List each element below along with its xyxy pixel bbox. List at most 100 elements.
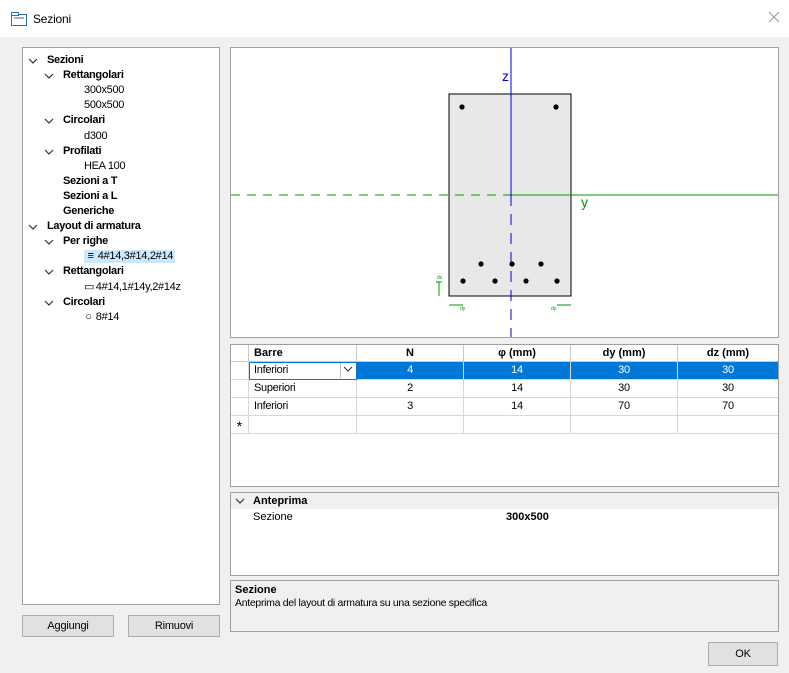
dz-cell[interactable]: 30 xyxy=(678,362,778,380)
bars-grid[interactable]: Barre N φ (mm) dy (mm) dz (mm) Inferiori… xyxy=(230,344,779,487)
n-cell[interactable]: 4 xyxy=(357,362,464,380)
tree-item-text: Profilati xyxy=(63,144,102,157)
chevron-down-icon[interactable] xyxy=(44,267,54,277)
column-header-dy[interactable]: dy (mm) xyxy=(571,345,678,362)
row-header[interactable] xyxy=(231,398,249,416)
tree-item-text: Sezioni a T xyxy=(63,174,118,187)
section-drawing: z y dz dy dy xyxy=(231,48,778,337)
dz-cell[interactable] xyxy=(678,416,778,434)
bar-bottom-4 xyxy=(554,278,560,284)
chevron-down-icon[interactable] xyxy=(44,116,54,126)
table-row[interactable]: Superiori 2 14 30 30 xyxy=(231,380,778,398)
z-axis-label: z xyxy=(502,68,509,84)
tree-item-text: HEA 100 xyxy=(84,159,126,172)
chevron-down-icon[interactable] xyxy=(28,56,38,66)
bar-bottom-2 xyxy=(492,278,498,284)
dy-cell[interactable] xyxy=(571,416,678,434)
column-header-barre[interactable]: Barre xyxy=(249,345,357,362)
new-row[interactable]: * xyxy=(231,416,778,434)
add-button[interactable]: Aggiungi xyxy=(22,615,114,637)
phi-cell[interactable]: 14 xyxy=(464,362,571,380)
barre-cell[interactable] xyxy=(249,416,357,434)
dy-cell[interactable]: 30 xyxy=(571,380,678,398)
phi-cell[interactable]: 14 xyxy=(464,380,571,398)
n-cell[interactable]: 3 xyxy=(357,398,464,416)
tree-item-label: HEA 100 xyxy=(84,159,126,173)
dz-cell[interactable]: 30 xyxy=(678,380,778,398)
bar-bottom-3 xyxy=(523,278,529,284)
chevron-down-icon[interactable] xyxy=(44,237,54,247)
barre-cell[interactable]: Superiori xyxy=(249,380,357,398)
chevron-down-icon[interactable] xyxy=(28,222,38,232)
tree-item-text: 4#14,1#14y,2#14z xyxy=(95,280,181,293)
tree-item-text: Circolari xyxy=(63,114,105,127)
tree-item-label: Rettangolari xyxy=(63,69,124,82)
barre-cell[interactable]: Inferiori xyxy=(249,398,357,416)
dy-label-right: dy xyxy=(551,306,557,312)
property-value[interactable]: 300x500 xyxy=(504,510,778,524)
tree-item-text: Sezioni a L xyxy=(63,189,118,202)
dz-cell[interactable]: 70 xyxy=(678,398,778,416)
chevron-down-icon[interactable] xyxy=(44,147,54,157)
property-grid[interactable]: Anteprima Sezione 300x500 xyxy=(230,492,779,576)
property-category[interactable]: Anteprima xyxy=(231,493,778,509)
column-header-n[interactable]: N xyxy=(357,345,464,362)
chevron-down-icon[interactable] xyxy=(44,298,54,308)
section-preview: z y dz dy dy xyxy=(230,47,779,338)
tree-item-label: Generiche xyxy=(63,205,114,218)
tree-item-label: ○ 8#14 xyxy=(84,311,119,324)
tree-item-text: 300x500 xyxy=(84,84,125,97)
dy-label-left: dy xyxy=(460,306,466,312)
sections-tree[interactable]: Sezioni Rettangolari 300x500 500x500 Circola… xyxy=(22,47,220,605)
tree-item-label: 500x500 xyxy=(84,99,124,112)
tree-item-label: Circolari xyxy=(63,296,105,309)
tree-item-label: Sezioni a T xyxy=(63,175,117,188)
tree-item-label: d300 xyxy=(84,130,108,143)
tree-item-label: Circolari xyxy=(63,114,105,127)
chevron-down-icon[interactable] xyxy=(235,496,245,506)
table-row[interactable]: Inferiori 3 14 70 70 xyxy=(231,398,778,416)
remove-button[interactable]: Rimuovi xyxy=(128,615,220,637)
bar-row2-3 xyxy=(538,261,544,267)
bar-top-right xyxy=(553,104,559,110)
chevron-down-icon[interactable] xyxy=(340,363,356,378)
chevron-down-icon[interactable] xyxy=(44,71,54,81)
n-cell[interactable]: 2 xyxy=(357,380,464,398)
tree-item-label: ▭ 4#14,1#14y,2#14z xyxy=(84,281,181,294)
n-cell[interactable] xyxy=(357,416,464,434)
phi-cell[interactable]: 14 xyxy=(464,398,571,416)
tree-item-label: Profilati xyxy=(63,144,102,158)
dy-cell[interactable]: 70 xyxy=(571,398,678,416)
phi-cell[interactable] xyxy=(464,416,571,434)
row-header[interactable] xyxy=(231,362,249,380)
tree-item-label: Per righe xyxy=(63,235,108,248)
row-header[interactable] xyxy=(231,380,249,398)
tree-item-label: Sezioni a L xyxy=(63,190,117,203)
ok-button[interactable]: OK xyxy=(708,642,778,666)
bar-top-left xyxy=(459,104,465,110)
barre-cell-dropdown[interactable]: Inferiori xyxy=(249,362,357,380)
tree-item-text: Generiche xyxy=(63,205,115,217)
property-row[interactable]: Sezione 300x500 xyxy=(231,510,778,524)
layout-type-icon: ▭ xyxy=(84,280,95,293)
dz-label: dz xyxy=(437,275,443,281)
column-header-phi[interactable]: φ (mm) xyxy=(464,345,571,362)
close-icon[interactable] xyxy=(765,8,783,26)
title-bar: Sezioni xyxy=(0,0,789,37)
description-title: Sezione xyxy=(235,584,277,596)
table-row[interactable]: Inferiori 4 14 30 30 xyxy=(231,362,778,380)
column-header-dz[interactable]: dz (mm) xyxy=(678,345,778,362)
dy-cell[interactable]: 30 xyxy=(571,362,678,380)
bar-bottom-1 xyxy=(460,278,466,284)
tree-item-text: 8#14 xyxy=(95,310,120,323)
property-name: Sezione xyxy=(253,511,293,523)
layout-type-icon: ≡ xyxy=(87,250,94,263)
description-panel: Sezione Anteprima del layout di armatura… xyxy=(230,580,779,632)
tree-item-text: Circolari xyxy=(63,295,105,308)
tree-item-label: Sezioni xyxy=(47,54,84,67)
tree-item-label: Rettangolari xyxy=(63,265,124,278)
tree-item-text: Rettangolari xyxy=(63,265,124,278)
barre-cell-value: Inferiori xyxy=(254,364,288,376)
tree-item-label: ≡ 4#14,3#14,2#14 xyxy=(84,250,176,264)
sections-app-icon xyxy=(11,12,27,26)
